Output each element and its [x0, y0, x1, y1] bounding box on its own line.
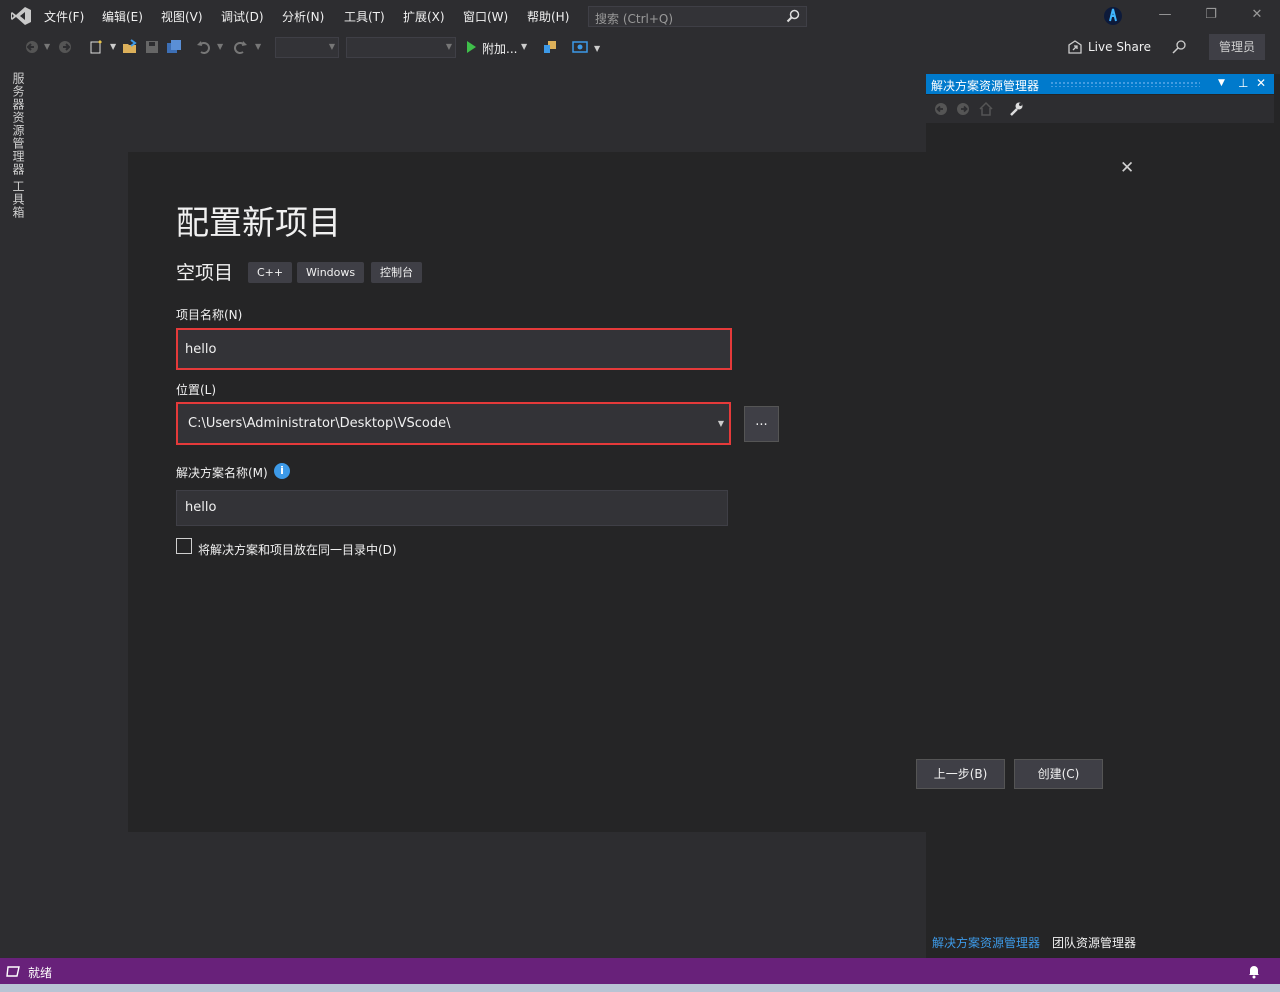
- panel-menu-icon[interactable]: ▼: [1218, 78, 1225, 88]
- status-bar: 就绪: [0, 958, 1280, 984]
- live-share-button[interactable]: Live Share: [1088, 40, 1151, 54]
- menu-extensions[interactable]: 扩展(X): [403, 8, 445, 25]
- tag-console: 控制台: [371, 262, 422, 283]
- os-taskbar: [0, 984, 1280, 992]
- location-value: C:\Users\Administrator\Desktop\VScode\: [188, 416, 451, 431]
- chevron-down-icon[interactable]: ▼: [718, 419, 724, 428]
- server-explorer-tab[interactable]: 服务器资源管理器: [10, 72, 27, 176]
- tag-cpp: C++: [248, 262, 293, 283]
- menu-debug[interactable]: 调试(D): [221, 8, 264, 25]
- minimize-button[interactable]: —: [1152, 4, 1178, 26]
- configuration-combo[interactable]: ▼: [275, 37, 339, 58]
- redo-dropdown-icon[interactable]: ▼: [255, 42, 261, 51]
- search-input[interactable]: 搜索 (Ctrl+Q): [588, 6, 807, 27]
- location-combo[interactable]: C:\Users\Administrator\Desktop\VScode\ ▼: [176, 402, 731, 445]
- undo-dropdown-icon[interactable]: ▼: [217, 42, 223, 51]
- tab-team-explorer[interactable]: 团队资源管理器: [1052, 934, 1136, 951]
- attach-button[interactable]: 附加...: [482, 40, 517, 57]
- tag-windows: Windows: [297, 262, 365, 283]
- menu-file[interactable]: 文件(F): [44, 8, 84, 25]
- back-nav-icon[interactable]: [24, 39, 40, 55]
- se-forward-icon[interactable]: [956, 102, 970, 116]
- menu-window[interactable]: 窗口(W): [463, 8, 508, 25]
- solution-explorer-toolbar: [926, 95, 1274, 123]
- forward-nav-icon[interactable]: [57, 39, 73, 55]
- back-dropdown-icon[interactable]: ▼: [44, 42, 50, 51]
- redo-icon[interactable]: [232, 39, 248, 55]
- browse-link-icon[interactable]: [542, 39, 558, 55]
- menu-view[interactable]: 视图(V): [161, 8, 203, 25]
- solution-explorer-title: 解决方案资源管理器: [931, 79, 1040, 93]
- solution-explorer-bottom-tabs: 解决方案资源管理器 团队资源管理器: [926, 930, 1280, 954]
- solution-name-value: hello: [185, 500, 217, 515]
- overflow-dropdown-icon[interactable]: ▼: [594, 44, 600, 53]
- same-directory-checkbox[interactable]: [176, 538, 192, 554]
- project-name-field[interactable]: hello: [176, 328, 732, 370]
- play-icon[interactable]: [463, 39, 479, 55]
- new-dropdown-icon[interactable]: ▼: [110, 42, 116, 51]
- dialog-title: 配置新项目: [176, 203, 341, 242]
- se-back-icon[interactable]: [934, 102, 948, 116]
- header-grip[interactable]: [1050, 81, 1200, 87]
- search-icon[interactable]: [786, 9, 800, 23]
- live-share-icon[interactable]: [1067, 39, 1083, 55]
- save-icon[interactable]: [144, 39, 160, 55]
- menu-edit[interactable]: 编辑(E): [102, 8, 143, 25]
- avatar-icon[interactable]: [1102, 6, 1124, 26]
- chevron-down-icon: ▼: [445, 42, 452, 51]
- menu-analyze[interactable]: 分析(N): [282, 8, 324, 25]
- pin-icon[interactable]: ⊥: [1238, 76, 1248, 90]
- attach-dropdown-icon[interactable]: ▼: [521, 42, 527, 51]
- new-project-icon[interactable]: [88, 39, 104, 55]
- screenshot-icon[interactable]: [572, 39, 588, 55]
- undo-icon[interactable]: [196, 39, 212, 55]
- feedback-icon[interactable]: [1171, 39, 1187, 55]
- save-all-icon[interactable]: [166, 39, 182, 55]
- status-output-icon: [6, 966, 20, 977]
- menu-help[interactable]: 帮助(H): [527, 8, 569, 25]
- dialog-close-icon[interactable]: ✕: [1120, 158, 1134, 178]
- create-button[interactable]: 创建(C): [1014, 759, 1103, 789]
- solution-name-label: 解决方案名称(M): [176, 466, 268, 480]
- home-icon[interactable]: [978, 101, 994, 117]
- toolbox-tab[interactable]: 工具箱: [10, 180, 27, 219]
- browse-button[interactable]: ...: [744, 406, 779, 442]
- configure-project-dialog: ✕ 配置新项目 空项目 C++ Windows 控制台 项目名称(N) hell…: [128, 152, 1134, 832]
- project-name-label: 项目名称(N): [176, 308, 243, 322]
- template-name: 空项目: [176, 262, 234, 284]
- notification-bell-icon[interactable]: [1246, 963, 1262, 979]
- restore-button[interactable]: ❐: [1198, 4, 1224, 26]
- status-text: 就绪: [28, 966, 53, 980]
- location-label: 位置(L): [176, 383, 217, 397]
- tab-solution-explorer[interactable]: 解决方案资源管理器: [932, 934, 1040, 951]
- open-folder-icon[interactable]: [122, 39, 138, 55]
- back-button[interactable]: 上一步(B): [916, 759, 1005, 789]
- visual-studio-logo-icon[interactable]: [10, 6, 32, 26]
- properties-wrench-icon[interactable]: [1008, 101, 1024, 117]
- window-close-button[interactable]: ✕: [1244, 4, 1270, 26]
- info-icon[interactable]: i: [274, 463, 290, 479]
- chevron-down-icon: ▼: [328, 42, 335, 51]
- solution-name-field[interactable]: hello: [176, 490, 728, 526]
- panel-close-icon[interactable]: ✕: [1256, 76, 1266, 90]
- menu-bar: 文件(F) 编辑(E) 视图(V) 调试(D) 分析(N) 工具(T) 扩展(X…: [0, 0, 1280, 32]
- project-name-value: hello: [185, 342, 217, 357]
- search-placeholder: 搜索 (Ctrl+Q): [595, 12, 674, 26]
- toolbar: ▼ ▼ ▼ ▼ ▼ ▼ 附加... ▼ ▼ Live Share: [0, 32, 1280, 62]
- same-directory-label: 将解决方案和项目放在同一目录中(D): [198, 543, 397, 557]
- menu-tools[interactable]: 工具(T): [344, 8, 385, 25]
- solution-explorer-header: 解决方案资源管理器 ▼ ⊥ ✕: [926, 74, 1274, 94]
- admin-badge[interactable]: 管理员: [1209, 34, 1265, 60]
- platform-combo[interactable]: ▼: [346, 37, 456, 58]
